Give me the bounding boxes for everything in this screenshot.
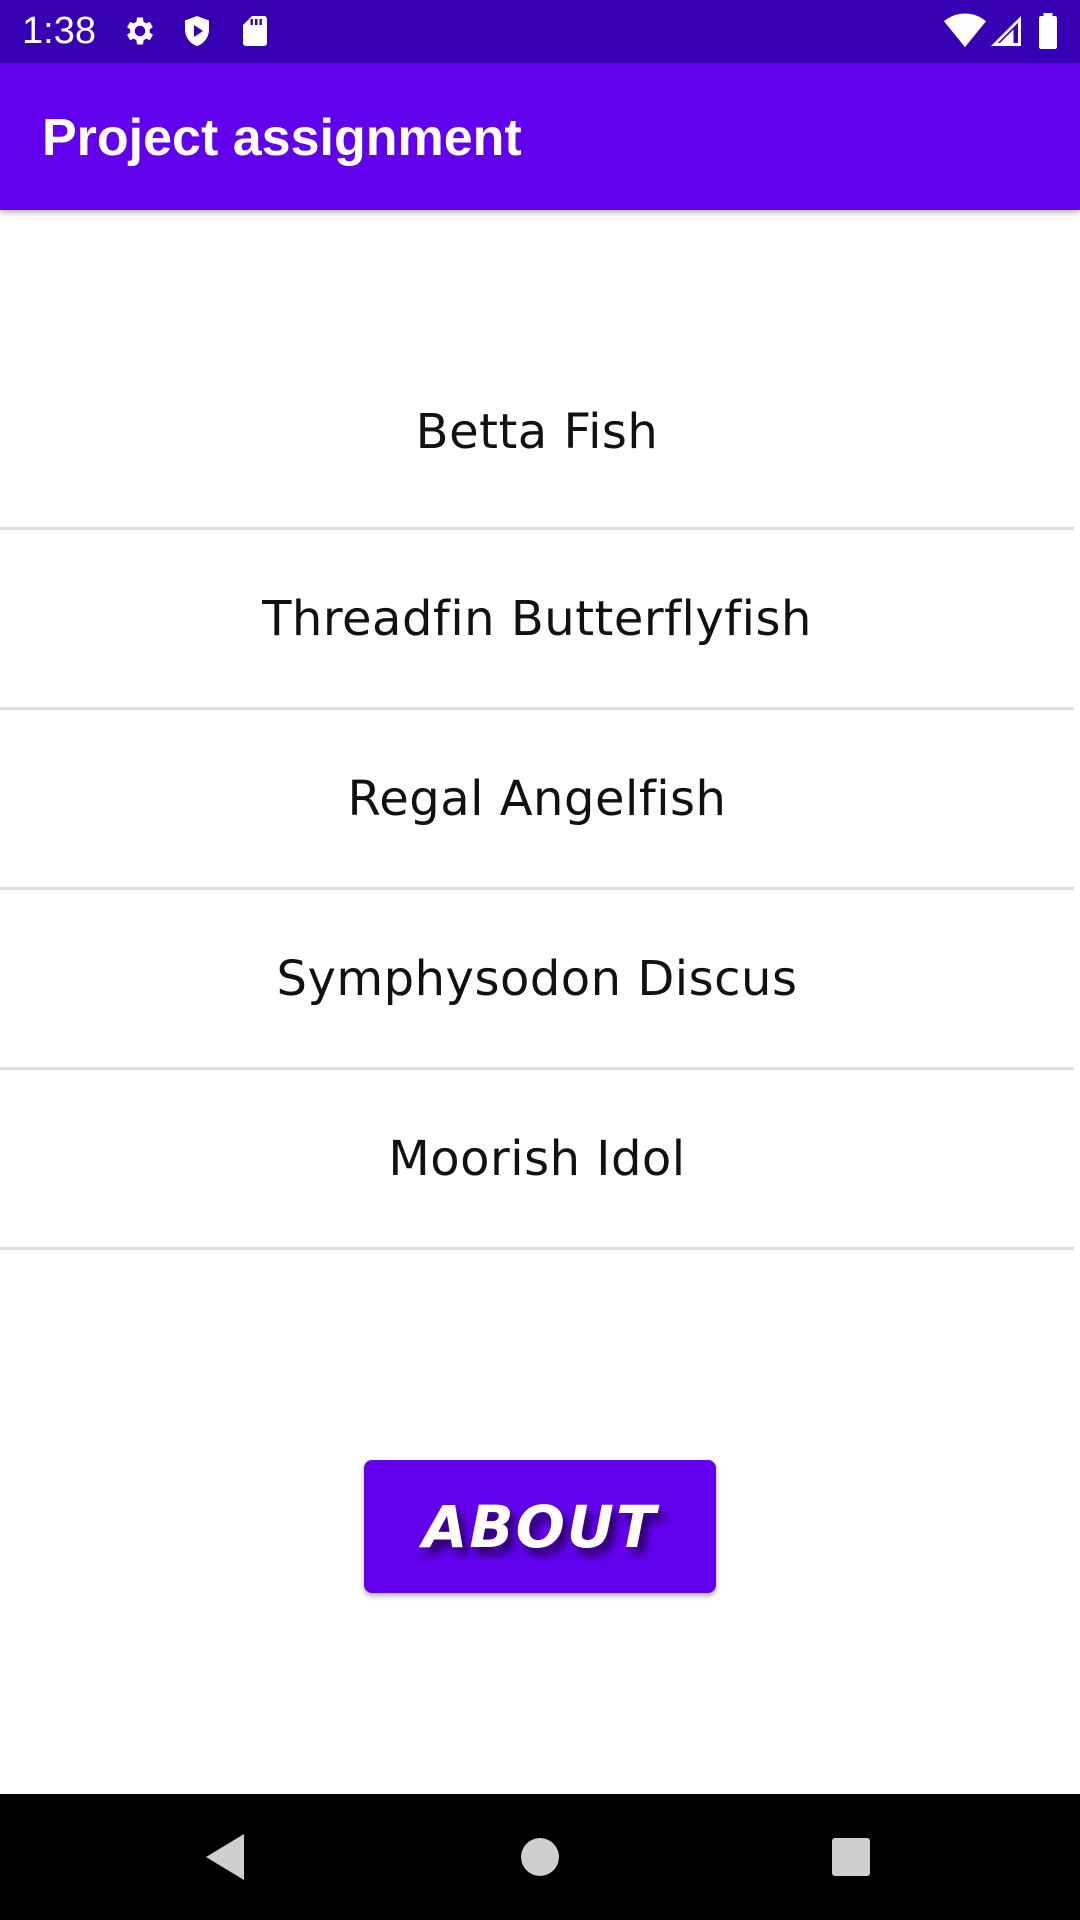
battery-icon	[1036, 13, 1060, 49]
home-icon[interactable]	[507, 1824, 573, 1890]
about-button-label: ABOUT	[422, 1492, 658, 1561]
app-bar: Project assignment	[0, 63, 1080, 210]
list-item[interactable]: Regal Angelfish	[0, 710, 1074, 890]
shield-play-icon	[179, 13, 215, 49]
list-item-label: Moorish Idol	[388, 1130, 686, 1187]
list-item[interactable]: Betta Fish	[0, 348, 1074, 530]
about-button[interactable]: ABOUT	[364, 1460, 716, 1593]
list-item-label: Symphysodon Discus	[276, 950, 798, 1007]
list-item-label: Threadfin Butterflyfish	[262, 590, 812, 647]
sd-card-icon	[237, 13, 273, 49]
list-item[interactable]: Symphysodon Discus	[0, 890, 1074, 1070]
wifi-icon	[944, 13, 986, 49]
navigation-bar	[0, 1794, 1080, 1920]
list-item[interactable]: Threadfin Butterflyfish	[0, 530, 1074, 710]
status-bar: 1:38	[0, 0, 1080, 63]
recents-icon[interactable]	[818, 1824, 884, 1890]
list-item-label: Regal Angelfish	[347, 770, 727, 827]
signal-icon	[988, 13, 1024, 49]
fish-list: Betta Fish Threadfin Butterflyfish Regal…	[0, 348, 1074, 1250]
gear-icon	[122, 13, 158, 49]
back-icon[interactable]	[192, 1824, 258, 1890]
status-time: 1:38	[22, 10, 96, 52]
screen: 1:38 Project assignment Betta Fish Threa…	[0, 0, 1080, 1920]
list-item[interactable]: Moorish Idol	[0, 1070, 1074, 1250]
list-item-label: Betta Fish	[415, 404, 659, 460]
page-title: Project assignment	[42, 109, 522, 167]
